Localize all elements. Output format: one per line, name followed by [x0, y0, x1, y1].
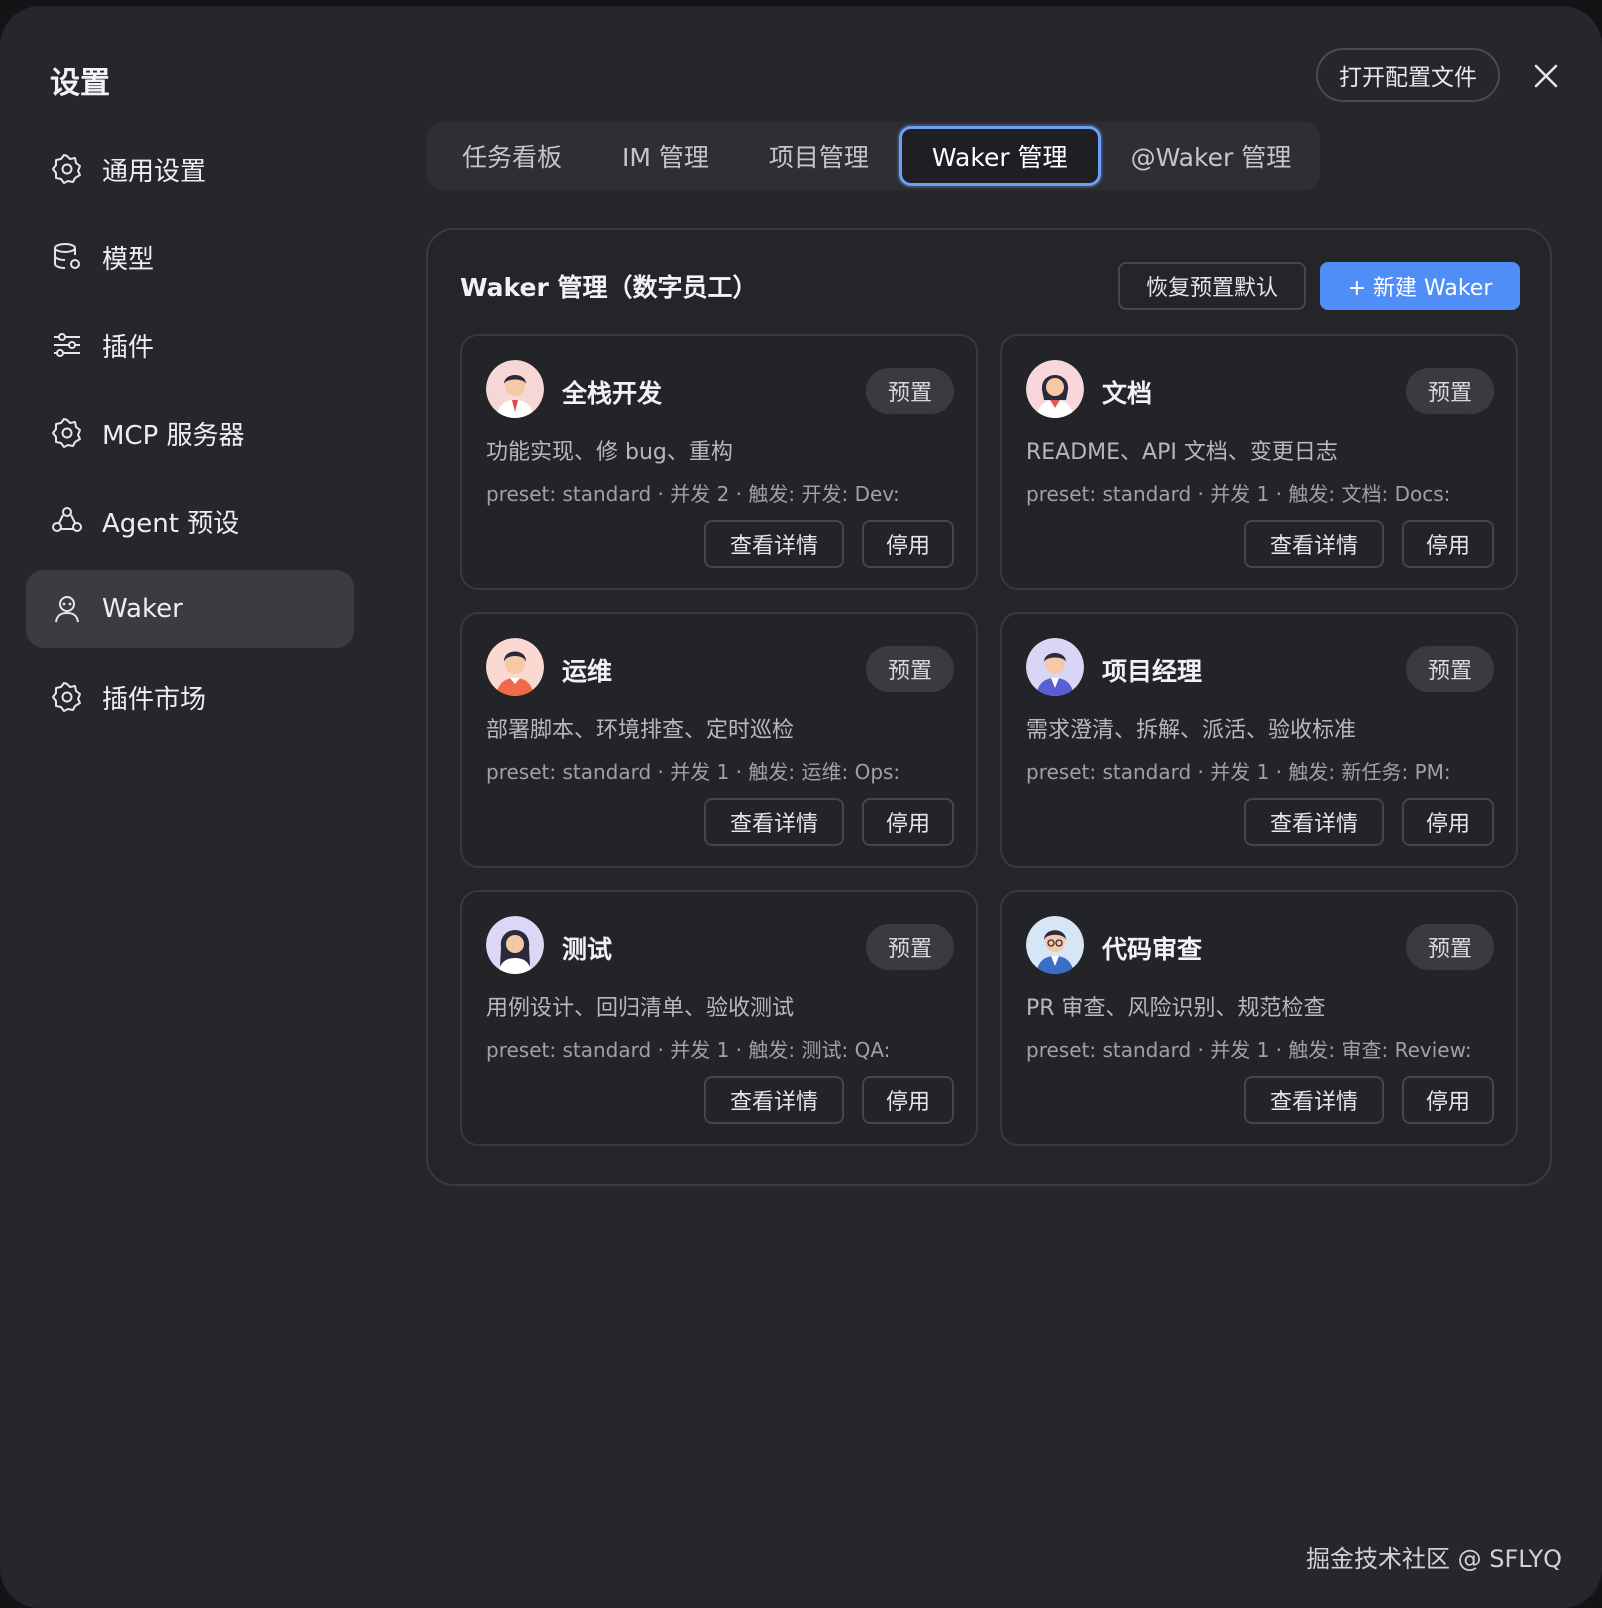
waker-card-qa: 测试 预置 用例设计、回归清单、验收测试 preset: standard · … [460, 890, 978, 1146]
sidebar-item-agent-presets[interactable]: Agent 预设 [26, 482, 354, 560]
sidebar-item-label: 插件市场 [102, 684, 207, 715]
gear-icon [50, 416, 84, 450]
tab-at-waker-management[interactable]: @Waker 管理 [1101, 126, 1322, 186]
waker-card-ops: 运维 预置 部署脚本、环境排查、定时巡检 preset: standard · … [460, 612, 978, 868]
database-icon [50, 240, 84, 274]
card-description: 部署脚本、环境排查、定时巡检 [486, 718, 795, 743]
sidebar-item-label: 通用设置 [102, 156, 207, 187]
disable-button[interactable]: 停用 [1402, 520, 1494, 568]
gear-icon [50, 152, 84, 186]
avatar [486, 360, 544, 418]
card-meta: preset: standard · 并发 1 · 触发: 新任务: PM: [1026, 760, 1451, 784]
card-meta: preset: standard · 并发 1 · 触发: 测试: QA: [486, 1038, 891, 1062]
sidebar-item-label: 模型 [102, 244, 155, 275]
sidebar-item-label: Waker [102, 594, 183, 624]
waker-card-code-review: 代码审查 预置 PR 审查、风险识别、规范检查 preset: standard… [1000, 890, 1518, 1146]
card-description: 需求澄清、拆解、派活、验收标准 [1026, 718, 1357, 743]
view-details-button[interactable]: 查看详情 [704, 798, 844, 846]
sidebar-item-mcp-servers[interactable]: MCP 服务器 [26, 394, 354, 472]
tab-bar: 任务看板 IM 管理 项目管理 Waker 管理 @Waker 管理 [426, 122, 1320, 190]
view-details-button[interactable]: 查看详情 [1244, 520, 1384, 568]
view-details-button[interactable]: 查看详情 [1244, 798, 1384, 846]
preset-badge: 预置 [1406, 924, 1494, 970]
restore-defaults-button[interactable]: 恢复预置默认 [1118, 262, 1306, 310]
disable-button[interactable]: 停用 [862, 1076, 954, 1124]
preset-badge: 预置 [1406, 368, 1494, 414]
open-config-file-button[interactable]: 打开配置文件 [1316, 48, 1500, 102]
settings-modal: 设置 打开配置文件 通用设置 模型 插件 MCP 服务器 Agent 预设 Wa… [0, 6, 1602, 1608]
person-icon [50, 592, 84, 626]
sidebar-item-plugin-market[interactable]: 插件市场 [26, 658, 354, 736]
waker-card-fullstack: 全栈开发 预置 功能实现、修 bug、重构 preset: standard ·… [460, 334, 978, 590]
gear-icon [50, 680, 84, 714]
close-icon [1534, 64, 1558, 88]
card-meta: preset: standard · 并发 2 · 触发: 开发: Dev: [486, 482, 900, 506]
avatar [486, 916, 544, 974]
card-name: 文档 [1102, 379, 1153, 408]
preset-badge: 预置 [1406, 646, 1494, 692]
tab-im-management[interactable]: IM 管理 [592, 126, 739, 186]
tab-waker-management[interactable]: Waker 管理 [898, 126, 1101, 186]
disable-button[interactable]: 停用 [1402, 798, 1494, 846]
card-description: PR 审查、风险识别、规范检查 [1026, 996, 1326, 1021]
watermark: 掘金技术社区 @ SFLYQ [1305, 1545, 1562, 1573]
waker-card-docs: 文档 预置 README、API 文档、变更日志 preset: standar… [1000, 334, 1518, 590]
sidebar-item-general-settings[interactable]: 通用设置 [26, 130, 354, 208]
view-details-button[interactable]: 查看详情 [704, 1076, 844, 1124]
card-name: 项目经理 [1102, 657, 1203, 686]
sidebar-item-label: MCP 服务器 [102, 420, 245, 451]
waker-card-pm: 项目经理 预置 需求澄清、拆解、派活、验收标准 preset: standard… [1000, 612, 1518, 868]
disable-button[interactable]: 停用 [1402, 1076, 1494, 1124]
sidebar-item-label: Agent 预设 [102, 508, 240, 539]
avatar [486, 638, 544, 696]
card-meta: preset: standard · 并发 1 · 触发: 运维: Ops: [486, 760, 901, 784]
sidebar-item-plugins[interactable]: 插件 [26, 306, 354, 384]
sidebar-item-label: 插件 [102, 332, 155, 363]
card-name: 全栈开发 [562, 379, 663, 408]
sliders-icon [50, 328, 84, 362]
card-description: 用例设计、回归清单、验收测试 [486, 996, 795, 1021]
view-details-button[interactable]: 查看详情 [1244, 1076, 1384, 1124]
card-description: 功能实现、修 bug、重构 [486, 440, 733, 465]
preset-badge: 预置 [866, 646, 954, 692]
card-meta: preset: standard · 并发 1 · 触发: 文档: Docs: [1026, 482, 1451, 506]
waker-management-panel: Waker 管理（数字员工） 恢复预置默认 + 新建 Waker 全栈开发 预置… [426, 228, 1552, 1186]
sidebar-item-waker[interactable]: Waker [26, 570, 354, 648]
avatar [1026, 638, 1084, 696]
card-name: 测试 [562, 935, 613, 964]
tab-project-management[interactable]: 项目管理 [739, 126, 899, 186]
disable-button[interactable]: 停用 [862, 798, 954, 846]
avatar [1026, 360, 1084, 418]
card-name: 运维 [562, 657, 613, 686]
robot-icon [50, 504, 84, 538]
card-meta: preset: standard · 并发 1 · 触发: 审查: Review… [1026, 1038, 1472, 1062]
sidebar-item-models[interactable]: 模型 [26, 218, 354, 296]
preset-badge: 预置 [866, 924, 954, 970]
disable-button[interactable]: 停用 [862, 520, 954, 568]
view-details-button[interactable]: 查看详情 [704, 520, 844, 568]
card-description: README、API 文档、变更日志 [1026, 440, 1338, 465]
close-button[interactable] [1526, 56, 1566, 96]
preset-badge: 预置 [866, 368, 954, 414]
waker-card-grid: 全栈开发 预置 功能实现、修 bug、重构 preset: standard ·… [460, 334, 1520, 1146]
card-name: 代码审查 [1102, 935, 1203, 964]
panel-title: Waker 管理（数字员工） [460, 273, 758, 302]
sidebar: 通用设置 模型 插件 MCP 服务器 Agent 预设 Waker 插件市场 [26, 130, 354, 746]
avatar [1026, 916, 1084, 974]
new-waker-button[interactable]: + 新建 Waker [1320, 262, 1520, 310]
tab-task-board[interactable]: 任务看板 [432, 126, 592, 186]
page-title: 设置 [50, 66, 110, 101]
